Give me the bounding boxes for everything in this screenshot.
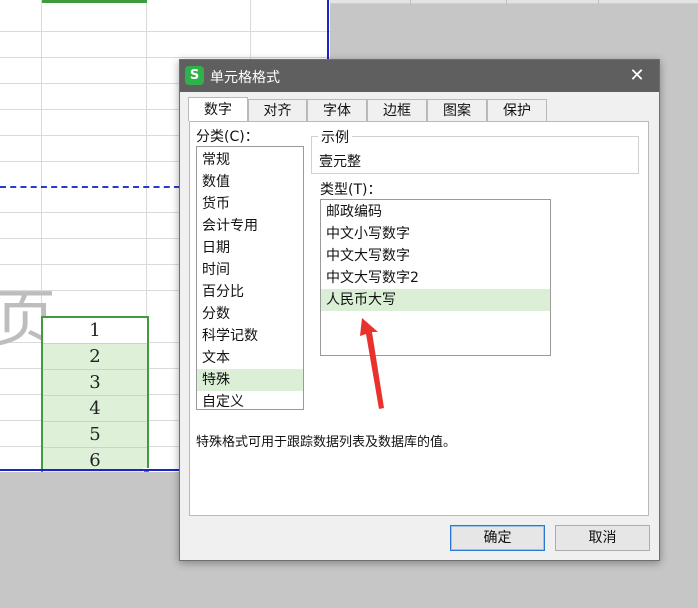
dialog-titlebar[interactable]: S 单元格格式 ✕	[180, 60, 659, 92]
type-item-rmb-uppercase[interactable]: 人民币大写	[321, 289, 550, 311]
category-item-number[interactable]: 数值	[197, 171, 303, 193]
category-item-time[interactable]: 时间	[197, 259, 303, 281]
tab-font[interactable]: 字体	[307, 99, 367, 121]
annotation-arrow-icon	[360, 318, 384, 409]
tab-pattern[interactable]: 图案	[427, 99, 487, 121]
cell[interactable]: 5	[43, 422, 147, 448]
format-description: 特殊格式可用于跟踪数据列表及数据库的值。	[196, 435, 457, 450]
type-item-chinese-uppercase-2[interactable]: 中文大写数字2	[321, 267, 550, 289]
tab-number[interactable]: 数字	[188, 97, 248, 121]
category-item-accounting[interactable]: 会计专用	[197, 215, 303, 237]
close-icon[interactable]: ✕	[627, 66, 647, 86]
cell[interactable]: 1	[43, 318, 147, 344]
cell[interactable]: 2	[43, 344, 147, 370]
type-item-chinese-uppercase[interactable]: 中文大写数字	[321, 245, 550, 267]
annotation-arrow-shape	[360, 318, 384, 409]
selected-cell-range[interactable]: 1 2 3 4 5 6	[41, 316, 149, 472]
tab-border[interactable]: 边框	[367, 99, 427, 121]
category-item-fraction[interactable]: 分数	[197, 303, 303, 325]
row-divider	[0, 57, 330, 58]
wps-app-icon: S	[185, 66, 204, 85]
format-cells-dialog: S 单元格格式 ✕ 数字 对齐 字体 边框 图案 保护 分类(C)： 常规 数值…	[179, 59, 660, 561]
sample-value: 壹元整	[319, 154, 361, 170]
row-divider	[0, 31, 330, 32]
category-item-scientific[interactable]: 科学记数	[197, 325, 303, 347]
cancel-button[interactable]: 取消	[555, 525, 650, 551]
dialog-title: 单元格格式	[210, 70, 280, 86]
category-list[interactable]: 常规 数值 货币 会计专用 日期 时间 百分比 分数 科学记数 文本 特殊 自定…	[196, 146, 304, 410]
type-label: 类型(T)：	[320, 182, 382, 198]
ok-button[interactable]: 确定	[450, 525, 545, 551]
type-item-postal-code[interactable]: 邮政编码	[321, 201, 550, 223]
category-item-date[interactable]: 日期	[197, 237, 303, 259]
category-item-special[interactable]: 特殊	[197, 369, 303, 391]
tab-protection[interactable]: 保护	[487, 99, 547, 121]
sample-legend: 示例	[318, 127, 352, 147]
category-item-currency[interactable]: 货币	[197, 193, 303, 215]
category-label: 分类(C)：	[196, 129, 259, 145]
category-item-text[interactable]: 文本	[197, 347, 303, 369]
header-tick	[410, 0, 411, 4]
category-item-custom[interactable]: 自定义	[197, 391, 303, 413]
sample-group: 示例 壹元整	[311, 127, 639, 174]
page-break-horizontal	[0, 186, 180, 188]
header-tick	[506, 0, 507, 4]
cell[interactable]: 4	[43, 396, 147, 422]
column-selection-indicator	[42, 0, 147, 3]
number-tab-panel: 分类(C)： 常规 数值 货币 会计专用 日期 时间 百分比 分数 科学记数 文…	[189, 121, 649, 516]
column-header-strip	[330, 0, 698, 4]
tab-alignment[interactable]: 对齐	[248, 99, 307, 121]
header-tick	[598, 0, 599, 4]
type-item-chinese-lowercase[interactable]: 中文小写数字	[321, 223, 550, 245]
category-item-percentage[interactable]: 百分比	[197, 281, 303, 303]
category-item-general[interactable]: 常规	[197, 149, 303, 171]
cell[interactable]: 3	[43, 370, 147, 396]
